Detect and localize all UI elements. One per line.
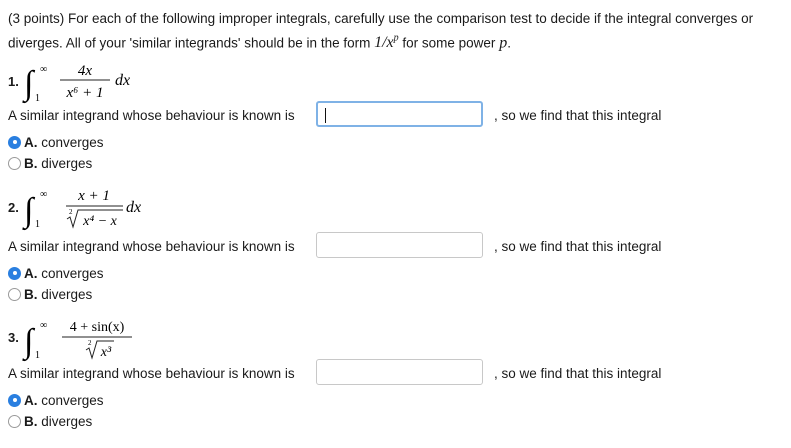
- problem-3-suffix: , so we find that this integral: [494, 366, 662, 381]
- root-index: 2: [69, 208, 73, 216]
- problem-3-prompt: A similar integrand whose behaviour is k…: [8, 366, 295, 381]
- form-expression: 1/xp: [374, 33, 399, 52]
- problem-1-prompt: A similar integrand whose behaviour is k…: [8, 108, 295, 123]
- problem-3-integral: ∫ ∞ 1 4 + sin(x) 2 x³: [22, 320, 132, 362]
- problem-3-option-b[interactable]: B. diverges: [8, 412, 92, 430]
- problem-2-number: 2.: [8, 200, 19, 215]
- upper-limit: ∞: [40, 320, 47, 331]
- radio-empty-icon[interactable]: [8, 414, 21, 428]
- text-caret: [325, 108, 326, 123]
- upper-limit: ∞: [40, 189, 47, 200]
- problem-2-option-a[interactable]: A. converges: [8, 264, 104, 282]
- radicand: x⁴ − x: [82, 214, 118, 229]
- problem-2-prompt: A similar integrand whose behaviour is k…: [8, 239, 295, 254]
- problem-3-number: 3.: [8, 330, 19, 345]
- root-index: 2: [88, 339, 92, 347]
- problem-1-answer-input[interactable]: [316, 101, 483, 127]
- numerator: 4 + sin(x): [70, 320, 125, 335]
- problem-1-integral: ∫ ∞ 1 4x x⁶ + 1 dx: [22, 63, 130, 104]
- radio-empty-icon[interactable]: [8, 287, 21, 301]
- integral-sign: ∫: [22, 65, 36, 104]
- numerator: 4x: [78, 63, 93, 79]
- upper-limit: ∞: [40, 64, 47, 75]
- problem-3-option-a[interactable]: A. converges: [8, 391, 104, 409]
- radio-selected-icon[interactable]: [8, 266, 21, 280]
- denominator: x⁶ + 1: [66, 85, 104, 101]
- lower-limit: 1: [35, 350, 40, 361]
- problem-1-option-b[interactable]: B. diverges: [8, 154, 92, 172]
- problem-2-answer-input[interactable]: [316, 232, 483, 258]
- problem-1-number: 1.: [8, 74, 19, 89]
- problem-2-option-b[interactable]: B. diverges: [8, 285, 92, 303]
- integral-sign: ∫: [22, 192, 36, 231]
- numerator: x + 1: [77, 188, 110, 204]
- lower-limit: 1: [35, 219, 40, 230]
- radicand: x³: [100, 345, 112, 360]
- differential: dx: [126, 199, 141, 216]
- differential: dx: [115, 72, 130, 89]
- problem-2-integral: ∫ ∞ 1 x + 1 2 x⁴ − x dx: [22, 188, 141, 231]
- problem-2-suffix: , so we find that this integral: [494, 239, 662, 254]
- problem-1-suffix: , so we find that this integral: [494, 108, 662, 123]
- radio-selected-icon[interactable]: [8, 135, 21, 149]
- problem-3-answer-input[interactable]: [316, 359, 483, 385]
- radio-selected-icon[interactable]: [8, 393, 21, 407]
- problem-1-option-a[interactable]: A. converges: [8, 133, 104, 151]
- radio-empty-icon[interactable]: [8, 156, 21, 170]
- problem-instructions: (3 points) For each of the following imp…: [8, 11, 754, 52]
- integral-sign: ∫: [22, 323, 36, 362]
- lower-limit: 1: [35, 93, 40, 104]
